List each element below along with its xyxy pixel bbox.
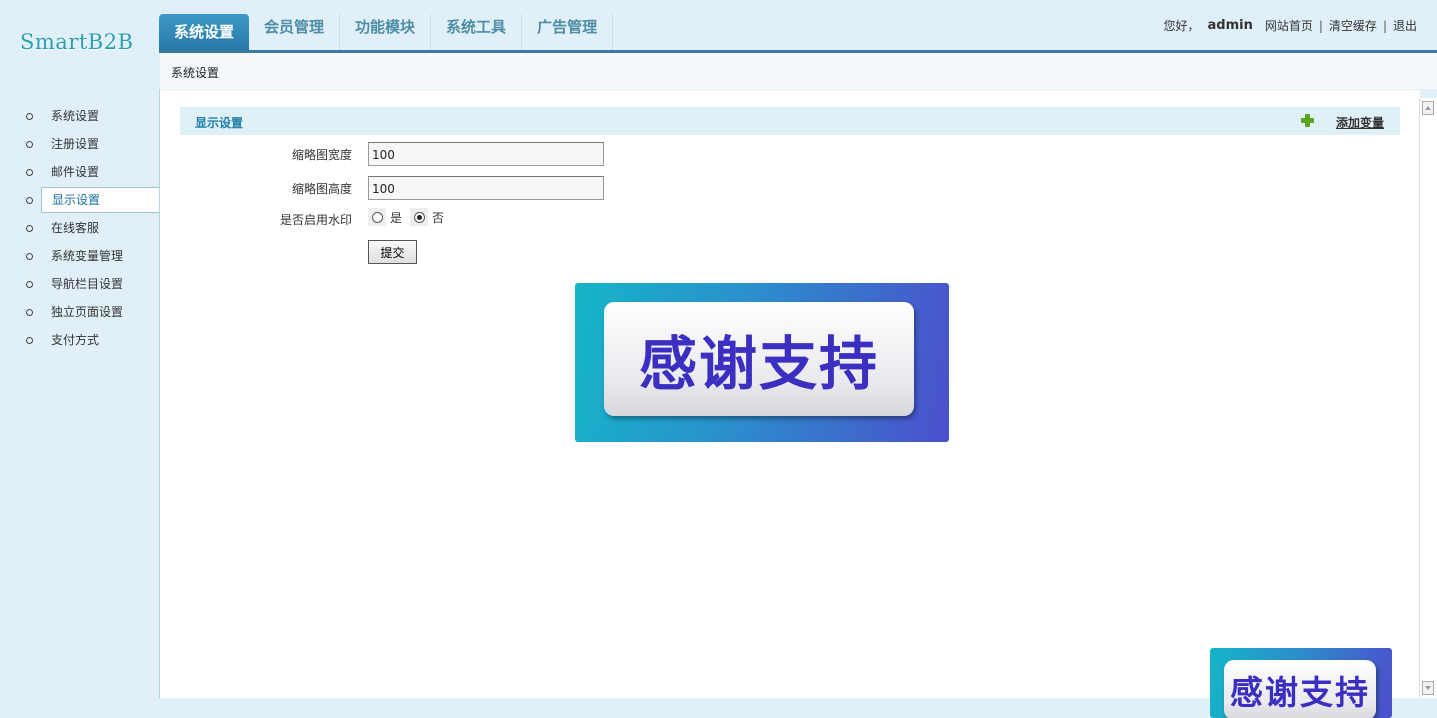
sidebar: 系统设置 注册设置 邮件设置 显示设置 在线客服 系统变量管理 导航栏目设置 独…	[0, 102, 161, 354]
vertical-scrollbar[interactable]	[1419, 98, 1437, 698]
logout-link[interactable]: 退出	[1393, 17, 1417, 34]
watermark-no-label: 否	[432, 210, 445, 225]
banner-text: 感谢支持	[604, 302, 914, 416]
scroll-up-arrow-icon[interactable]	[1422, 101, 1434, 115]
thumb-width-input[interactable]	[368, 142, 604, 166]
user-bar: 您好， admin 网站首页 | 清空缓存 | 退出	[1164, 17, 1418, 34]
tab-ad-management[interactable]: 广告管理	[522, 14, 614, 50]
watermark-yes-radio[interactable]	[368, 208, 386, 226]
floating-thanks-banner[interactable]: 感谢支持	[1210, 648, 1392, 718]
sidebar-item-standalone-pages[interactable]: 独立页面设置	[0, 298, 160, 326]
thumb-height-input[interactable]	[368, 176, 604, 200]
sidebar-item-display-settings[interactable]: 显示设置	[0, 186, 161, 214]
sidebar-item-label: 系统设置	[51, 109, 100, 123]
thumb-height-label: 缩略图高度	[291, 182, 352, 196]
thumb-width-label: 缩略图宽度	[291, 148, 352, 162]
sidebar-item-payment-methods[interactable]: 支付方式	[0, 326, 160, 354]
sidebar-item-navigation-settings[interactable]: 导航栏目设置	[0, 270, 160, 298]
section-title: 显示设置	[195, 116, 244, 130]
sidebar-item-registration-settings[interactable]: 注册设置	[0, 130, 160, 158]
sidebar-item-mail-settings[interactable]: 邮件设置	[0, 158, 160, 186]
thanks-banner[interactable]: 感谢支持	[575, 283, 949, 442]
bullet-icon	[26, 337, 33, 344]
sidebar-item-system-variables[interactable]: 系统变量管理	[0, 242, 160, 270]
bullet-icon	[26, 197, 33, 204]
sidebar-item-label: 支付方式	[51, 333, 100, 347]
plus-icon[interactable]	[1301, 114, 1314, 127]
breadcrumb-text: 系统设置	[171, 66, 220, 80]
breadcrumb: 系统设置	[160, 53, 1437, 90]
greeting-text: 您好，	[1163, 19, 1200, 33]
sidebar-item-label: 导航栏目设置	[51, 277, 124, 291]
tab-member-management[interactable]: 会员管理	[249, 14, 341, 50]
separator: |	[1382, 18, 1387, 33]
sidebar-item-online-service[interactable]: 在线客服	[0, 214, 160, 242]
bullet-icon	[26, 141, 33, 148]
watermark-no-radio[interactable]	[410, 208, 429, 226]
site-home-link[interactable]: 网站首页	[1265, 17, 1313, 34]
bullet-icon	[26, 169, 33, 176]
top-navigation: 系统设置 会员管理 功能模块 系统工具 广告管理	[159, 14, 614, 50]
main-content: 显示设置 添加变量 缩略图宽度 缩略图高度 是否启用水印 是 否 提交 感谢支持…	[160, 90, 1420, 718]
bullet-icon	[26, 225, 33, 232]
bullet-icon	[26, 113, 33, 120]
separator: |	[1318, 18, 1323, 33]
banner-text: 感谢支持	[1224, 660, 1376, 718]
scroll-down-arrow-icon[interactable]	[1422, 681, 1434, 695]
clear-cache-link[interactable]: 清空缓存	[1329, 17, 1377, 34]
bullet-icon	[26, 253, 33, 260]
username: admin	[1207, 18, 1253, 33]
bullet-icon	[26, 281, 33, 288]
sidebar-item-label: 显示设置	[52, 193, 101, 207]
logo: SmartB2B	[20, 30, 134, 54]
watermark-yes-label: 是	[390, 210, 403, 225]
watermark-label: 是否启用水印	[279, 213, 352, 227]
submit-button[interactable]: 提交	[368, 240, 417, 264]
sidebar-item-label: 独立页面设置	[51, 305, 124, 319]
tab-system-tools[interactable]: 系统工具	[431, 14, 523, 50]
add-variable-link[interactable]: 添加变量	[1336, 114, 1384, 131]
sidebar-item-label: 邮件设置	[51, 165, 100, 179]
section-header: 显示设置 添加变量	[180, 107, 1400, 135]
bullet-icon	[26, 309, 33, 316]
sidebar-item-label: 系统变量管理	[51, 249, 124, 263]
watermark-radio-group: 是 否	[368, 208, 452, 226]
sidebar-item-label: 注册设置	[51, 137, 100, 151]
tab-function-modules[interactable]: 功能模块	[340, 14, 432, 50]
sidebar-item-label: 在线客服	[51, 221, 100, 235]
sidebar-item-system-settings[interactable]: 系统设置	[0, 102, 160, 130]
tab-system-settings[interactable]: 系统设置	[159, 14, 250, 50]
